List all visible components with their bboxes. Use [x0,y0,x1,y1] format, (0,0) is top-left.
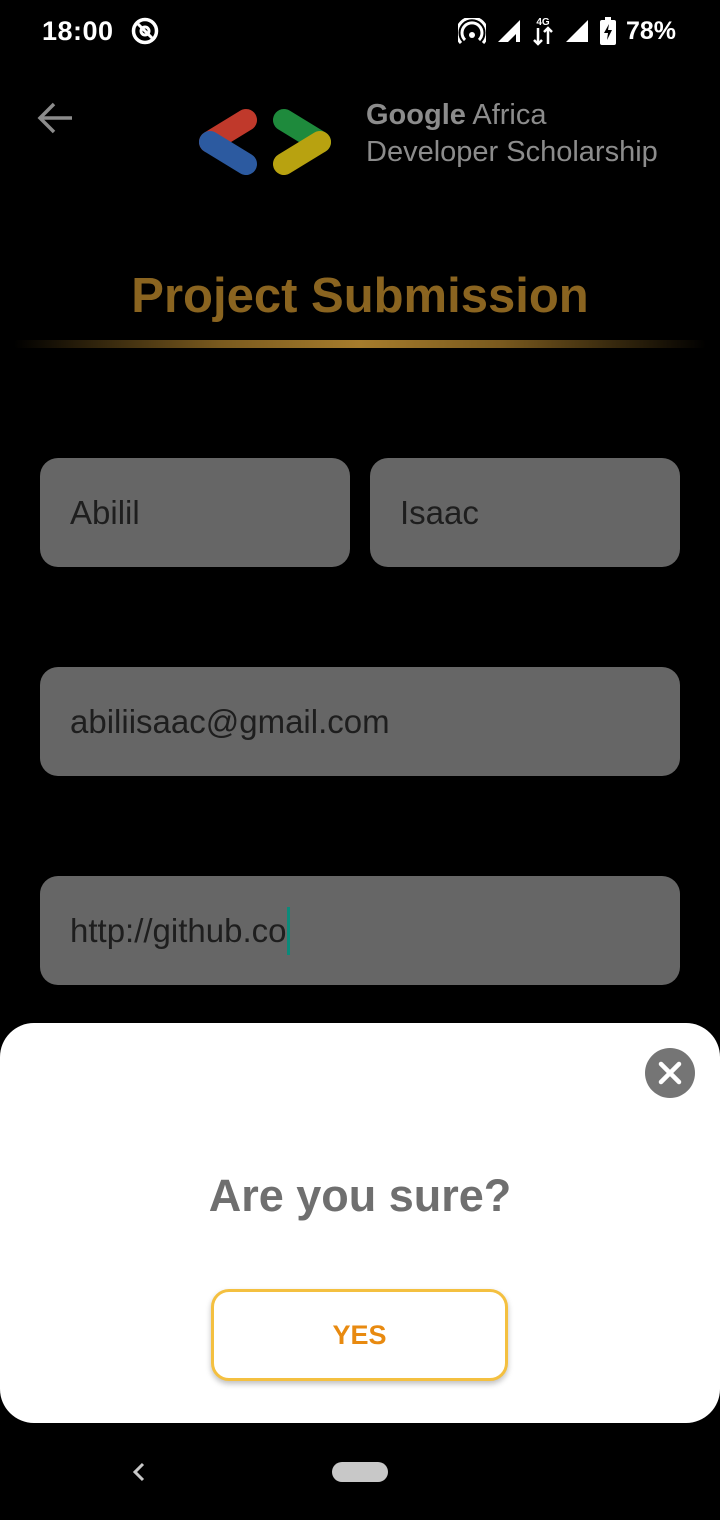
brand-line-2: Developer Scholarship [366,136,658,168]
status-right: 4G 78% [457,16,676,46]
github-link-field[interactable]: http://github.co [40,876,680,985]
email-field[interactable]: abiliisaac@gmail.com [40,667,680,776]
brand-title: Google Africa Developer Scholarship [366,97,658,171]
title-divider [14,340,706,348]
last-name-value: Isaac [400,493,479,531]
network-type-label: 4G [536,17,550,28]
status-bar: 18:00 4G 78% [0,0,720,62]
signal-icon-full [564,18,590,44]
brand-line-1: Google Africa [366,97,658,134]
signal-icon [496,18,522,44]
github-value: http://github.co [70,911,287,949]
gads-logo [190,104,340,182]
close-icon[interactable] [645,1048,695,1098]
last-name-field[interactable]: Isaac [370,458,680,567]
brand-google: Google [366,99,466,131]
data-arrows-icon: 4G [532,16,554,46]
brand-africa: Africa [465,99,547,131]
first-name-field[interactable]: Abilil [40,458,350,567]
text-cursor [287,906,291,955]
status-time: 18:00 [42,15,114,46]
yes-button-label: YES [332,1319,387,1350]
nav-home-pill[interactable] [332,1462,388,1482]
battery-percent: 78% [625,16,676,45]
back-arrow-icon[interactable] [34,96,78,140]
status-left: 18:00 [42,16,160,47]
page-title: Project Submission [131,269,589,323]
do-not-disturb-icon [130,16,160,46]
nav-back-icon[interactable] [126,1458,154,1486]
email-value: abiliisaac@gmail.com [70,702,390,740]
hotspot-icon [457,18,486,44]
battery-charging-icon [599,17,616,45]
yes-button[interactable]: YES [211,1289,508,1381]
dialog-question: Are you sure? [208,1170,512,1221]
first-name-value: Abilil [70,493,140,531]
